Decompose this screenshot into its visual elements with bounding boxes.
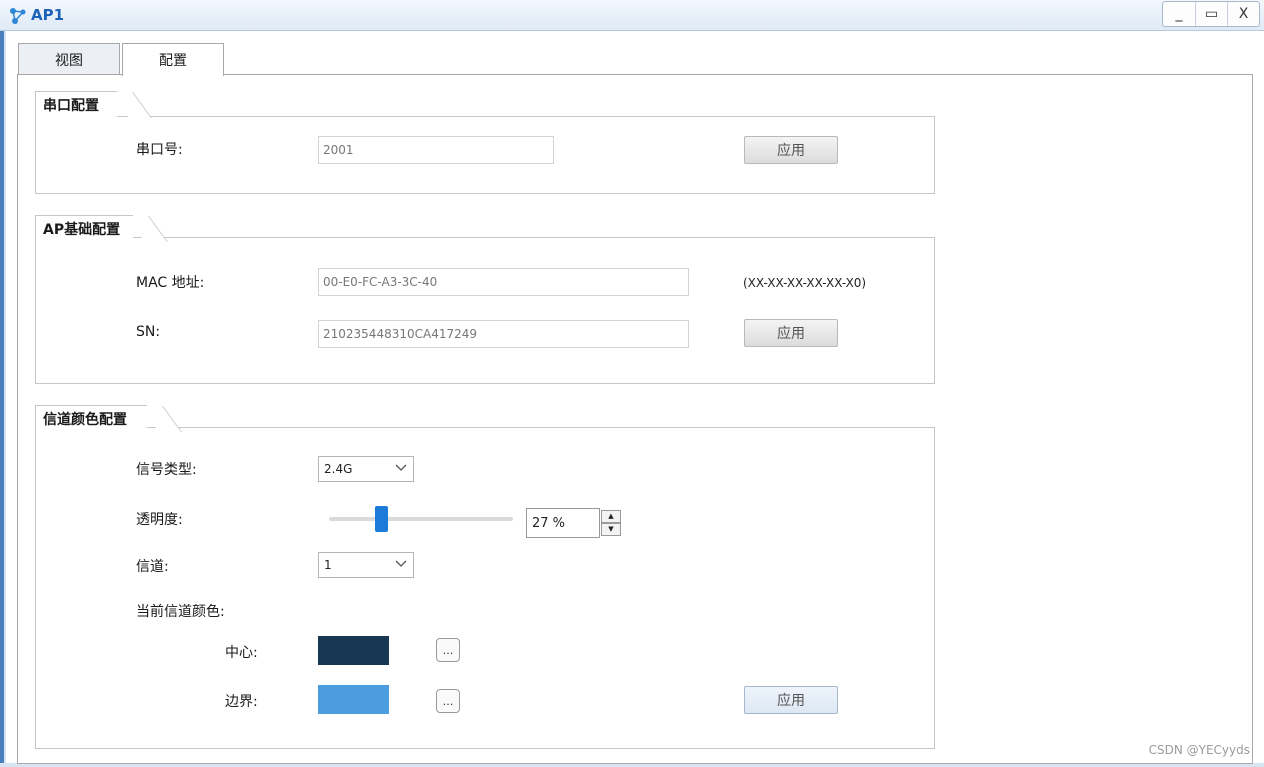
ap-basic-config-group: MAC 地址: 00-E0-FC-A3-3C-40 (XX-XX-XX-XX-X… bbox=[35, 237, 935, 384]
center-color-picker-button[interactable]: ... bbox=[436, 638, 460, 662]
channel-color-config-group: 信号类型: 2.4G 透明度: 27 % ▲ ▼ 信道: 1 当前信道颜色: 中… bbox=[35, 427, 935, 749]
window-frame-inner bbox=[4, 31, 6, 767]
config-panel: 串口配置 串口号: 2001 应用 AP基础配置 MAC 地址: 00-E0-F… bbox=[17, 74, 1253, 764]
mac-address-label: MAC 地址: bbox=[136, 275, 205, 291]
network-topology-icon bbox=[10, 8, 26, 24]
maximize-button[interactable]: ▭ bbox=[1195, 2, 1227, 26]
mac-format-hint: (XX-XX-XX-XX-XX-X0) bbox=[743, 276, 867, 290]
close-button[interactable]: X bbox=[1227, 2, 1259, 26]
transparency-slider[interactable] bbox=[329, 506, 513, 532]
border-color-picker-button[interactable]: ... bbox=[436, 689, 460, 713]
chevron-down-icon bbox=[395, 464, 407, 471]
border-color-label: 边界: bbox=[225, 694, 258, 710]
title-bar: AP1 _ ▭ X bbox=[0, 0, 1264, 31]
channel-value: 1 bbox=[324, 558, 332, 572]
channel-color-apply-button[interactable]: 应用 bbox=[744, 686, 838, 714]
minimize-button[interactable]: _ bbox=[1163, 2, 1195, 26]
serial-port-label: 串口号: bbox=[136, 142, 183, 158]
decrement-button[interactable]: ▼ bbox=[601, 523, 621, 536]
transparency-label: 透明度: bbox=[136, 512, 183, 528]
serial-config-title: 串口配置 bbox=[35, 91, 117, 117]
ap-basic-config-title: AP基础配置 bbox=[35, 215, 133, 241]
ap-basic-apply-button[interactable]: 应用 bbox=[744, 319, 838, 347]
signal-type-label: 信号类型: bbox=[136, 462, 197, 478]
transparency-input[interactable]: 27 % bbox=[526, 508, 600, 538]
slider-track bbox=[329, 517, 513, 521]
serial-config-group: 串口号: 2001 应用 bbox=[35, 116, 935, 194]
signal-type-value: 2.4G bbox=[324, 462, 353, 476]
current-channel-color-label: 当前信道颜色: bbox=[136, 604, 225, 620]
serial-port-input[interactable]: 2001 bbox=[318, 136, 554, 164]
sn-input[interactable]: 210235448310CA417249 bbox=[318, 320, 689, 348]
serial-apply-button[interactable]: 应用 bbox=[744, 136, 838, 164]
tab-config[interactable]: 配置 bbox=[122, 43, 224, 76]
channel-color-config-title: 信道颜色配置 bbox=[35, 405, 147, 431]
chevron-down-icon bbox=[395, 560, 407, 567]
window-controls: _ ▭ X bbox=[1162, 1, 1260, 27]
watermark: CSDN @YECyyds bbox=[1148, 743, 1250, 757]
center-color-label: 中心: bbox=[225, 645, 258, 661]
signal-type-select[interactable]: 2.4G bbox=[318, 456, 414, 482]
center-color-swatch bbox=[318, 636, 389, 665]
window-title: AP1 bbox=[31, 6, 65, 24]
mac-address-input[interactable]: 00-E0-FC-A3-3C-40 bbox=[318, 268, 689, 296]
transparency-stepper: ▲ ▼ bbox=[601, 510, 621, 536]
increment-button[interactable]: ▲ bbox=[601, 510, 621, 523]
border-color-swatch bbox=[318, 685, 389, 714]
channel-label: 信道: bbox=[136, 559, 169, 575]
channel-select[interactable]: 1 bbox=[318, 552, 414, 578]
tab-view[interactable]: 视图 bbox=[18, 43, 120, 75]
slider-thumb[interactable] bbox=[375, 506, 388, 532]
sn-label: SN: bbox=[136, 324, 161, 340]
